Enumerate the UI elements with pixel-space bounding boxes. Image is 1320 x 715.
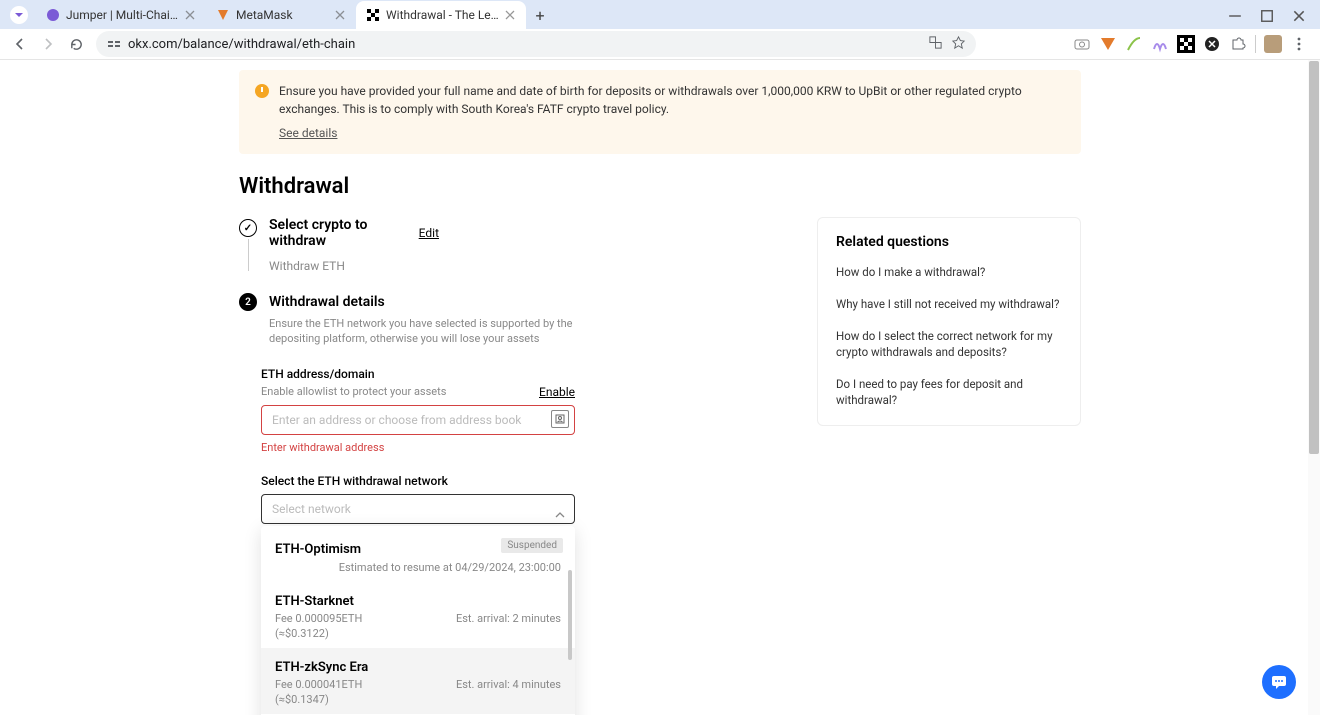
- network-dropdown: ETH-Optimism Suspended Estimated to resu…: [261, 526, 575, 715]
- url-text: okx.com/balance/withdrawal/eth-chain: [128, 37, 355, 52]
- address-bar[interactable]: okx.com/balance/withdrawal/eth-chain: [96, 31, 976, 57]
- metamask-favicon-icon: [216, 8, 230, 22]
- dropdown-scrollbar[interactable]: [568, 570, 572, 660]
- address-book-icon[interactable]: [551, 410, 569, 428]
- page-content: Ensure you have provided your full name …: [0, 60, 1320, 715]
- close-icon[interactable]: [334, 9, 346, 21]
- network-option-starknet[interactable]: ETH-Starknet Fee 0.000095ETH Est. arriva…: [261, 582, 575, 648]
- network-fee-usd: (≈$0.3122): [275, 627, 561, 640]
- ext-metamask-icon[interactable]: [1099, 35, 1117, 53]
- extension-icons: [1073, 35, 1314, 53]
- chrome-toolbar: okx.com/balance/withdrawal/eth-chain: [0, 29, 1320, 60]
- network-fee-usd: (≈$0.1347): [275, 693, 561, 706]
- browser-menu-icon[interactable]: [10, 6, 28, 24]
- address-input[interactable]: [261, 405, 575, 435]
- maximize-icon[interactable]: [1260, 9, 1274, 23]
- tab-metamask[interactable]: MetaMask: [206, 1, 356, 29]
- ext-quill-icon[interactable]: [1125, 35, 1143, 53]
- see-details-link[interactable]: See details: [279, 124, 337, 142]
- related-question[interactable]: How do I make a withdrawal?: [836, 264, 1062, 280]
- network-name: ETH-Starknet: [275, 594, 354, 609]
- scrollbar-track[interactable]: [1308, 60, 1320, 715]
- step-select-crypto: Select crypto to withdraw Edit Withdraw …: [239, 217, 439, 273]
- chrome-tabstrip: Jumper | Multi-Chain Bridg MetaMask With…: [0, 0, 1320, 29]
- edit-crypto-link[interactable]: Edit: [419, 226, 439, 240]
- step2-description: Ensure the ETH network you have selected…: [269, 316, 573, 347]
- address-label: ETH address/domain: [261, 367, 575, 381]
- network-field-block: Select the ETH withdrawal network Select…: [261, 474, 575, 524]
- chevron-up-icon: [555, 505, 565, 515]
- step-badge-done-icon: [239, 219, 257, 237]
- back-button[interactable]: [6, 30, 34, 58]
- step-withdrawal-details: 2 Withdrawal details Ensure the ETH netw…: [239, 291, 573, 347]
- step1-title: Select crypto to withdraw: [269, 217, 419, 249]
- tab-title: Jumper | Multi-Chain Bridg: [66, 8, 180, 22]
- separator: [1255, 35, 1256, 53]
- related-question[interactable]: How do I select the correct network for …: [836, 328, 1062, 360]
- step-badge-active-icon: 2: [239, 293, 257, 311]
- tab-title: Withdrawal - The Leading C: [386, 8, 500, 22]
- okx-favicon-icon: [366, 8, 380, 22]
- step-connector: [248, 239, 249, 271]
- address-error: Enter withdrawal address: [261, 441, 575, 454]
- related-title: Related questions: [836, 234, 1062, 250]
- resume-text: Estimated to resume at 04/29/2024, 23:00…: [275, 561, 561, 574]
- forward-button[interactable]: [34, 30, 62, 58]
- related-question[interactable]: Why have I still not received my withdra…: [836, 296, 1062, 312]
- related-question[interactable]: Do I need to pay fees for deposit and wi…: [836, 376, 1062, 408]
- network-option-zksync[interactable]: ETH-zkSync Era Fee 0.000041ETH Est. arri…: [261, 648, 575, 714]
- tab-jumper[interactable]: Jumper | Multi-Chain Bridg: [36, 1, 206, 29]
- network-arrival: Est. arrival: 2 minutes: [456, 612, 561, 625]
- site-settings-icon[interactable]: [106, 36, 122, 52]
- step1-subtitle: Withdraw ETH: [269, 259, 439, 273]
- scrollbar-thumb[interactable]: [1309, 61, 1319, 454]
- close-icon[interactable]: [184, 9, 196, 21]
- ext-grid-icon[interactable]: [1151, 35, 1169, 53]
- ext-okx-icon[interactable]: [1177, 35, 1195, 53]
- network-placeholder: Select network: [272, 502, 351, 516]
- chrome-menu-icon[interactable]: [1290, 35, 1308, 53]
- enable-allowlist-link[interactable]: Enable: [539, 385, 575, 399]
- close-icon[interactable]: [504, 9, 516, 21]
- warning-icon: [255, 84, 269, 98]
- network-fee: Fee 0.000095ETH: [275, 612, 362, 625]
- page-title: Withdrawal: [239, 174, 1081, 199]
- translate-icon[interactable]: [928, 35, 943, 54]
- network-option-optimism[interactable]: ETH-Optimism Suspended Estimated to resu…: [261, 530, 575, 582]
- step2-title: Withdrawal details: [269, 294, 385, 310]
- notice-text: Ensure you have provided your full name …: [279, 84, 1022, 116]
- star-icon[interactable]: [951, 35, 966, 54]
- network-select[interactable]: Select network: [261, 494, 575, 524]
- close-window-icon[interactable]: [1292, 9, 1306, 23]
- minimize-icon[interactable]: [1228, 9, 1242, 23]
- new-tab-button[interactable]: +: [526, 1, 554, 29]
- window-controls: [1228, 9, 1320, 23]
- network-label: Select the ETH withdrawal network: [261, 474, 575, 488]
- ext-circle-icon[interactable]: [1203, 35, 1221, 53]
- network-arrival: Est. arrival: 4 minutes: [456, 678, 561, 691]
- related-questions-card: Related questions How do I make a withdr…: [817, 217, 1081, 426]
- suspended-badge: Suspended: [501, 538, 563, 553]
- network-fee: Fee 0.000041ETH: [275, 678, 362, 691]
- network-name: ETH-Optimism: [275, 542, 361, 557]
- ext-camera-icon[interactable]: [1073, 35, 1091, 53]
- allowlist-hint: Enable allowlist to protect your assets: [261, 385, 446, 398]
- jumper-favicon-icon: [46, 8, 60, 22]
- tab-title: MetaMask: [236, 8, 330, 22]
- network-name: ETH-zkSync Era: [275, 660, 368, 675]
- ext-puzzle-icon[interactable]: [1229, 35, 1247, 53]
- reload-button[interactable]: [62, 30, 90, 58]
- compliance-notice: Ensure you have provided your full name …: [239, 70, 1081, 154]
- profile-avatar[interactable]: [1264, 35, 1282, 53]
- tab-withdrawal[interactable]: Withdrawal - The Leading C: [356, 1, 526, 29]
- chat-support-button[interactable]: [1262, 665, 1296, 699]
- address-field-block: ETH address/domain Enable allowlist to p…: [261, 367, 575, 454]
